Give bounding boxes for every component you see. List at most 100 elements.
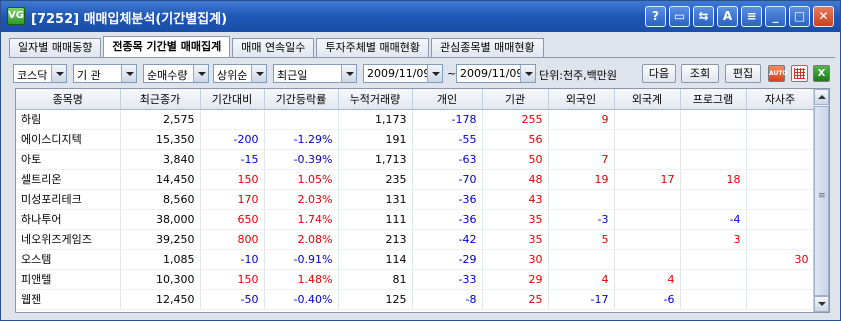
auto-icon[interactable]: AUTO — [768, 65, 788, 82]
cell-foreign: -3 — [548, 209, 615, 230]
cell-chg: -10 — [200, 249, 265, 270]
cell-program — [680, 149, 747, 170]
table-row[interactable]: 미성포리테크 8,560 170 2.03% 131 -36 43 — [16, 189, 815, 210]
order-select[interactable]: 상위순 — [213, 64, 267, 83]
cell-foreign — [548, 189, 615, 210]
table-row[interactable]: 하림 2,575 1,173 -178 255 9 — [16, 109, 815, 130]
table-row[interactable]: 네오위즈게임즈 39,250 800 2.08% 213 -42 35 5 3 — [16, 229, 815, 250]
app-window: VG [7252] 매매입체분석(기간별집계) ? ▭ ⇆ A ≡ _ □ ✕ 일자별 매매동… — [0, 0, 841, 321]
cell-foreign: -17 — [548, 289, 615, 310]
cell-rate: 2.08% — [264, 229, 339, 250]
column-header[interactable]: 자사주 — [746, 89, 815, 110]
tab-1[interactable]: 전종목 기간별 매매집계 — [103, 36, 231, 58]
table-row[interactable]: 피앤텔 10,300 150 1.48% 81 -33 29 4 4 — [16, 269, 815, 290]
sort-by-select[interactable]: 순매수량 — [143, 64, 209, 83]
cell-indiv: -70 — [412, 169, 483, 190]
tab-bar: 일자별 매매동향 전종목 기간별 매매집계 매매 연속일수 투자주체별 매매현황 관심종… — [9, 36, 546, 58]
tab-3[interactable]: 투자주체별 매매현황 — [316, 38, 429, 58]
menu-button[interactable]: ≡ — [741, 6, 762, 27]
column-header[interactable]: 외국인 — [548, 89, 615, 110]
cell-indiv: -36 — [412, 209, 483, 230]
cell-volume: 213 — [338, 229, 413, 250]
cell-rate: -0.40% — [264, 289, 339, 310]
close-button[interactable]: ✕ — [813, 6, 834, 27]
cell-treasury — [746, 289, 815, 310]
date-from-picker[interactable]: 2009/11/09 — [363, 64, 443, 83]
cell-volume: 114 — [338, 249, 413, 270]
market-select-value: 코스닥 — [17, 69, 48, 82]
cell-program — [680, 249, 747, 270]
cell-treasury — [746, 109, 815, 130]
cell-close: 39,250 — [120, 229, 201, 250]
cell-foreign_co — [614, 109, 681, 130]
query-button[interactable]: 조회 — [681, 64, 719, 83]
cell-foreign: 9 — [548, 109, 615, 130]
cell-close: 3,840 — [120, 149, 201, 170]
column-header[interactable]: 프로그램 — [680, 89, 747, 110]
market-select[interactable]: 코스닥 — [13, 64, 67, 83]
table-row[interactable]: 웹젠 12,450 -50 -0.40% 125 -8 25 -17 -6 — [16, 289, 815, 310]
cell-close: 10,300 — [120, 269, 201, 290]
tab-2[interactable]: 매매 연속일수 — [232, 38, 315, 58]
date-to-picker[interactable]: 2009/11/09 — [456, 64, 536, 83]
vertical-scrollbar[interactable] — [813, 89, 829, 312]
cell-program: -4 — [680, 209, 747, 230]
data-grid: 종목명 최근종가 기간대비 기간등락률 누적거래량 개인 기관 외국인 외국계 프로그램 자사주 하… — [15, 88, 830, 313]
investor-select[interactable]: 기 관 — [73, 64, 137, 83]
cell-inst: 48 — [482, 169, 549, 190]
cell-inst: 43 — [482, 189, 549, 210]
column-header[interactable]: 누적거래량 — [338, 89, 413, 110]
period-select[interactable]: 최근일 — [273, 64, 357, 83]
font-button[interactable]: A — [717, 6, 738, 27]
chevron-down-icon[interactable] — [193, 65, 208, 82]
chevron-down-icon[interactable] — [427, 65, 442, 82]
date-from-value: 2009/11/09 — [367, 67, 431, 80]
chevron-down-icon[interactable] — [251, 65, 266, 82]
title-buttons: ? ▭ ⇆ A ≡ _ □ ✕ — [645, 6, 834, 27]
grid-settings-icon[interactable] — [791, 65, 808, 82]
edit-button[interactable]: 편집 — [725, 64, 761, 83]
table-row[interactable]: 하나투어 38,000 650 1.74% 111 -36 35 -3 -4 — [16, 209, 815, 230]
chevron-down-icon[interactable] — [520, 65, 535, 82]
minimize-button[interactable]: _ — [765, 6, 786, 27]
date-to-value: 2009/11/09 — [460, 67, 524, 80]
cell-indiv: -33 — [412, 269, 483, 290]
table-row[interactable]: 아토 3,840 -15 -0.39% 1,713 -63 50 7 — [16, 149, 815, 170]
link-button[interactable]: ⇆ — [693, 6, 714, 27]
tab-4[interactable]: 관심종목별 매매현황 — [431, 38, 544, 58]
excel-export-icon[interactable]: X — [813, 65, 830, 82]
tab-0[interactable]: 일자별 매매동향 — [9, 38, 102, 58]
scroll-down-icon[interactable] — [814, 296, 829, 312]
column-header[interactable]: 기관 — [482, 89, 549, 110]
column-header[interactable]: 기간등락률 — [264, 89, 339, 110]
table-header-row: 종목명 최근종가 기간대비 기간등락률 누적거래량 개인 기관 외국인 외국계 프로그램 자사주 — [16, 89, 815, 110]
chevron-down-icon[interactable] — [121, 65, 136, 82]
cell-treasury — [746, 169, 815, 190]
cell-rate: 1.48% — [264, 269, 339, 290]
help-button[interactable]: ? — [645, 6, 666, 27]
column-header[interactable]: 외국계 — [614, 89, 681, 110]
cell-name: 하나투어 — [16, 209, 121, 230]
cell-program — [680, 269, 747, 290]
table-row[interactable]: 에이스디지텍 15,350 -200 -1.29% 191 -55 56 — [16, 129, 815, 150]
table-row[interactable]: 셀트리온 14,450 150 1.05% 235 -70 48 19 17 18 — [16, 169, 815, 190]
cell-rate: 1.74% — [264, 209, 339, 230]
cell-name: 미성포리테크 — [16, 189, 121, 210]
column-header[interactable]: 최근종가 — [120, 89, 201, 110]
column-header[interactable]: 개인 — [412, 89, 483, 110]
scroll-up-icon[interactable] — [814, 89, 829, 105]
scroll-thumb[interactable] — [814, 106, 829, 296]
cell-volume: 81 — [338, 269, 413, 290]
stock-table: 종목명 최근종가 기간대비 기간등락률 누적거래량 개인 기관 외국인 외국계 프로그램 자사주 하… — [16, 89, 815, 310]
next-button[interactable]: 다음 — [642, 64, 676, 83]
chevron-down-icon[interactable] — [341, 65, 356, 82]
column-header[interactable]: 기간대비 — [200, 89, 265, 110]
title-bar[interactable]: VG [7252] 매매입체분석(기간별집계) ? ▭ ⇆ A ≡ _ □ ✕ — [1, 1, 840, 32]
cell-program: 18 — [680, 169, 747, 190]
cell-foreign — [548, 249, 615, 270]
chevron-down-icon[interactable] — [51, 65, 66, 82]
column-header[interactable]: 종목명 — [16, 89, 121, 110]
restore-small-button[interactable]: ▭ — [669, 6, 690, 27]
maximize-button[interactable]: □ — [789, 6, 810, 27]
table-row[interactable]: 오스템 1,085 -10 -0.91% 114 -29 30 30 — [16, 249, 815, 270]
